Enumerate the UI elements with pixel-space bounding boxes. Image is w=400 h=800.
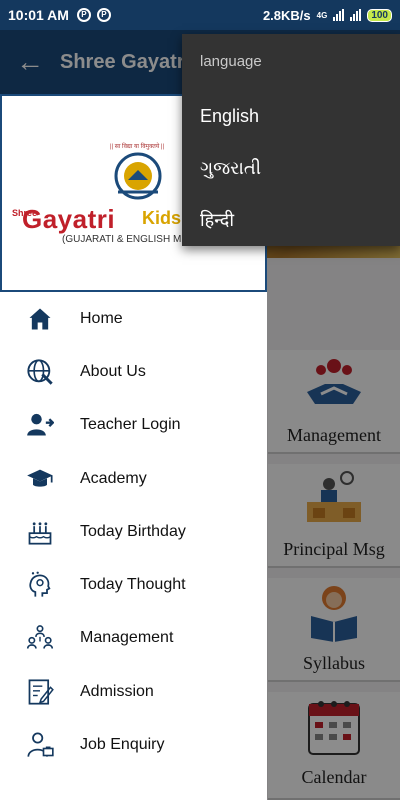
drawer-item-management[interactable]: Management xyxy=(0,612,267,665)
admission-form-icon xyxy=(0,678,80,706)
logo-motto: || सा विद्या या विमुक्तये || xyxy=(110,144,165,150)
drawer-item-home[interactable]: Home xyxy=(0,292,267,345)
team-icon xyxy=(0,624,80,652)
language-option-hindi[interactable]: हिन्दी xyxy=(182,194,400,246)
drawer-item-today-birthday[interactable]: Today Birthday xyxy=(0,505,267,558)
drawer-item-admission[interactable]: Admission xyxy=(0,665,267,718)
globe-icon xyxy=(0,358,80,386)
drawer-item-label: Today Thought xyxy=(80,576,186,594)
battery-icon: 100 xyxy=(367,8,392,22)
home-icon xyxy=(0,305,80,333)
drawer-item-job-enquiry[interactable]: Job Enquiry xyxy=(0,718,267,771)
school-emblem-icon xyxy=(114,152,162,200)
notification-p-icon: P xyxy=(76,8,91,22)
network-speed: 2.8KB/s xyxy=(262,7,311,23)
drawer-item-label: Today Birthday xyxy=(80,522,186,540)
drawer-menu: Home About Us Teacher Login Academy Toda… xyxy=(0,292,267,772)
language-menu: language English ગુજરાતી हिन्दी xyxy=(182,34,400,246)
drawer-item-academy[interactable]: Academy xyxy=(0,452,267,505)
logo-gayatri: Gayatri xyxy=(22,204,116,234)
language-option-english[interactable]: English xyxy=(182,90,400,142)
drawer-item-label: Admission xyxy=(80,682,154,700)
birthday-cake-icon xyxy=(0,518,80,546)
status-bar: 10:01 AM P P 2.8KB/s 4G 100 xyxy=(0,0,400,30)
language-option-gujarati[interactable]: ગુજરાતી xyxy=(182,142,400,194)
language-menu-title: language xyxy=(200,53,262,70)
drawer-item-label: Academy xyxy=(80,469,147,487)
user-login-icon xyxy=(0,411,80,439)
drawer-item-about-us[interactable]: About Us xyxy=(0,345,267,398)
network-type: 4G xyxy=(316,10,328,20)
drawer-item-label: Home xyxy=(80,309,123,327)
status-time: 10:01 AM xyxy=(8,7,69,23)
signal-icon xyxy=(333,9,345,21)
signal-icon xyxy=(350,9,362,21)
drawer-item-label: Job Enquiry xyxy=(80,736,165,754)
logo-subtitle: (GUJARATI & ENGLISH ME xyxy=(62,234,188,245)
drawer-item-today-thought[interactable]: Today Thought xyxy=(0,558,267,611)
logo-kids: Kids xyxy=(142,208,182,228)
notification-p-icon: P xyxy=(96,8,111,22)
job-enquiry-icon xyxy=(0,731,80,759)
drawer-item-label: Management xyxy=(80,629,174,647)
drawer-item-label: Teacher Login xyxy=(80,416,181,434)
drawer-item-label: About Us xyxy=(80,362,146,380)
drawer-item-teacher-login[interactable]: Teacher Login xyxy=(0,399,267,452)
thought-head-icon xyxy=(0,571,80,599)
graduation-cap-icon xyxy=(0,465,80,493)
